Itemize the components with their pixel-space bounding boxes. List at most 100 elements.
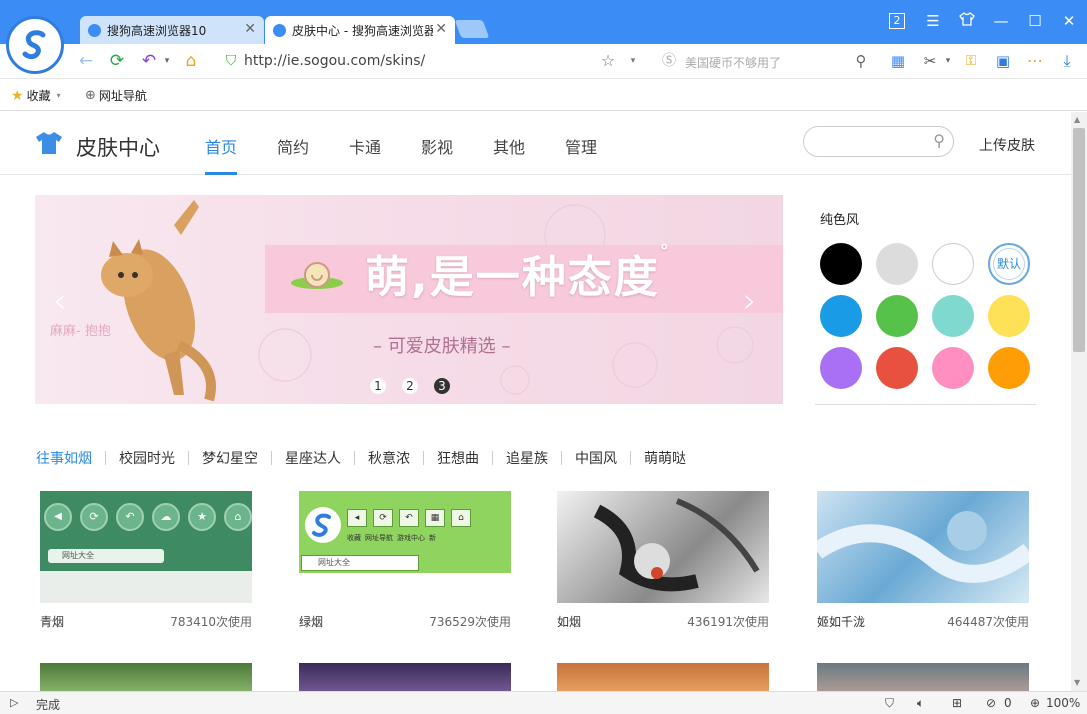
swatch-white[interactable]: [932, 243, 974, 285]
tab-skin-center[interactable]: 皮肤中心 - 搜狗高速浏览器 ✕: [265, 16, 455, 44]
scroll-up-icon[interactable]: ▲: [1074, 115, 1080, 124]
skin-thumbnail[interactable]: ◂ ⟳ ↶ ▦ ⌂ 收藏 网址导航 游戏中心 新 网址大全: [299, 491, 511, 603]
banner-dot-2[interactable]: 2: [402, 378, 418, 394]
category-item[interactable]: 追星族: [506, 448, 548, 468]
nav-other[interactable]: 其他: [493, 134, 525, 158]
skin-thumbnail[interactable]: [557, 663, 769, 691]
search-input[interactable]: 美国硬币不够用了: [685, 54, 781, 71]
star-icon: ★: [188, 503, 216, 531]
nav-cartoon[interactable]: 卡通: [349, 134, 381, 158]
skin-thumbnail[interactable]: [299, 663, 511, 691]
swatch-yellow[interactable]: [988, 295, 1030, 337]
back-icon[interactable]: ←: [75, 50, 97, 72]
swatch-black[interactable]: [820, 243, 862, 285]
close-tab-icon[interactable]: ✕: [244, 21, 256, 37]
skin-name[interactable]: 如烟: [557, 613, 581, 630]
more-icon[interactable]: ⋯: [1024, 50, 1046, 72]
close-tab-icon[interactable]: ✕: [433, 21, 447, 37]
adblock-icon[interactable]: ⊘: [986, 696, 996, 710]
sogou-logo: [305, 507, 341, 543]
menu-icon[interactable]: ☰: [922, 12, 944, 30]
title-bar: 搜狗高速浏览器10 ✕ 皮肤中心 - 搜狗高速浏览器 ✕ 2 ☰ — ☐ ✕: [0, 0, 1087, 74]
refresh-icon[interactable]: ⟳: [106, 50, 128, 72]
skin-card-jiruqianlong[interactable]: 姬如千泷 464487次使用: [817, 491, 1029, 629]
skin-thumbnail[interactable]: [40, 663, 252, 691]
swatch-red[interactable]: [876, 347, 918, 389]
skin-thumbnail[interactable]: ◀ ⟳ ↶ ☁ ★ ⌂ 网址大全: [40, 491, 252, 603]
banner-dot-1[interactable]: 1: [370, 378, 386, 394]
window-counter[interactable]: 2: [889, 13, 905, 29]
divider: [105, 451, 106, 465]
category-item[interactable]: 萌萌哒: [644, 448, 686, 468]
skin-card-ruyan[interactable]: 如烟 436191次使用: [557, 491, 769, 629]
divider: [188, 451, 189, 465]
minimize-icon[interactable]: —: [990, 12, 1012, 30]
chevron-down-icon[interactable]: ▾: [156, 50, 178, 72]
skin-name[interactable]: 绿烟: [299, 613, 323, 630]
swatch-pink[interactable]: [932, 347, 974, 389]
scrollbar-thumb[interactable]: [1073, 128, 1085, 352]
skin-thumbnail[interactable]: [817, 663, 1029, 691]
skin-card-lvyan[interactable]: ◂ ⟳ ↶ ▦ ⌂ 收藏 网址导航 游戏中心 新 网址大全 绿烟 736529次…: [299, 491, 511, 629]
skin-card-qingyan[interactable]: ◀ ⟳ ↶ ☁ ★ ⌂ 网址大全 青烟 783410次使用: [40, 491, 252, 629]
category-item[interactable]: 中国风: [575, 448, 617, 468]
banner-prev-arrow[interactable]: ‹: [53, 281, 67, 321]
nav-film[interactable]: 影视: [421, 134, 453, 158]
download-icon[interactable]: ⤓: [1056, 50, 1078, 72]
nav-manage[interactable]: 管理: [565, 134, 597, 158]
banner-carousel[interactable]: 萌,是一种态度° – 可爱皮肤精选 – 麻麻- 抱抱 ‹ › 1 2 3: [35, 195, 783, 404]
search-icon[interactable]: ⚲: [850, 50, 872, 72]
swatch-blue[interactable]: [820, 295, 862, 337]
vertical-scrollbar[interactable]: ▲ ▼: [1071, 112, 1087, 691]
banner-next-arrow[interactable]: ›: [743, 281, 757, 321]
nav-simple[interactable]: 简约: [277, 134, 309, 158]
chevron-down-icon[interactable]: ▾: [937, 50, 959, 72]
preview-menu-item: 新: [429, 534, 436, 542]
translate-icon[interactable]: ▦: [887, 50, 909, 72]
sogou-logo[interactable]: [6, 16, 64, 74]
swatch-orange[interactable]: [988, 347, 1030, 389]
scroll-down-icon[interactable]: ▼: [1074, 678, 1080, 687]
star-icon: ★: [11, 87, 24, 104]
close-window-icon[interactable]: ✕: [1058, 12, 1080, 30]
swatch-purple[interactable]: [820, 347, 862, 389]
home-icon[interactable]: ⌂: [180, 50, 202, 72]
category-item[interactable]: 往事如烟: [36, 448, 92, 468]
skin-thumbnail[interactable]: [557, 491, 769, 603]
chevron-down-icon[interactable]: ▾: [622, 50, 644, 72]
nav-home[interactable]: 首页: [205, 134, 237, 158]
skin-shirt-icon[interactable]: [956, 12, 978, 30]
maximize-icon[interactable]: ☐: [1024, 12, 1046, 30]
sidebar-toggle-icon[interactable]: ▷: [10, 696, 18, 709]
category-item[interactable]: 星座达人: [285, 448, 341, 468]
skin-name[interactable]: 青烟: [40, 613, 64, 630]
swatch-teal[interactable]: [932, 295, 974, 337]
star-icon[interactable]: ☆: [597, 50, 619, 72]
status-bar: ▷ 完成 ⛉ 🔈︎ ⊞ ⊘ 0 ⊕ 100%: [0, 691, 1087, 714]
category-item[interactable]: 校园时光: [119, 448, 175, 468]
new-tab-button[interactable]: [454, 20, 490, 38]
category-item[interactable]: 秋意浓: [368, 448, 410, 468]
swatch-green[interactable]: [876, 295, 918, 337]
nav-bookmark[interactable]: ⊕ 网址导航: [85, 87, 147, 104]
tab-browser-home[interactable]: 搜狗高速浏览器10 ✕: [80, 16, 264, 44]
address-input[interactable]: http://ie.sogou.com/skins/: [244, 53, 425, 69]
upload-skin-link[interactable]: 上传皮肤: [979, 135, 1035, 155]
extension-icon[interactable]: ▣: [992, 50, 1014, 72]
swatch-gray[interactable]: [876, 243, 918, 285]
banner-dot-3[interactable]: 3: [434, 378, 450, 394]
category-item[interactable]: 狂想曲: [437, 448, 479, 468]
skin-thumbnail[interactable]: [817, 491, 1029, 603]
download-box-icon[interactable]: ⊞: [952, 696, 962, 710]
skin-search-input[interactable]: ⚲: [803, 126, 954, 157]
key-icon[interactable]: ⚿: [960, 50, 982, 72]
search-icon[interactable]: ⚲: [933, 131, 945, 150]
zoom-level[interactable]: 100%: [1046, 696, 1080, 710]
shield-icon[interactable]: ⛉: [885, 696, 894, 711]
zoom-icon[interactable]: ⊕: [1030, 696, 1040, 710]
category-item[interactable]: 梦幻星空: [202, 448, 258, 468]
favorites-button[interactable]: ★ 收藏 ▾: [11, 87, 61, 104]
speaker-icon[interactable]: 🔈︎: [917, 696, 924, 711]
swatch-default[interactable]: 默认: [988, 243, 1030, 285]
skin-name[interactable]: 姬如千泷: [817, 613, 865, 630]
